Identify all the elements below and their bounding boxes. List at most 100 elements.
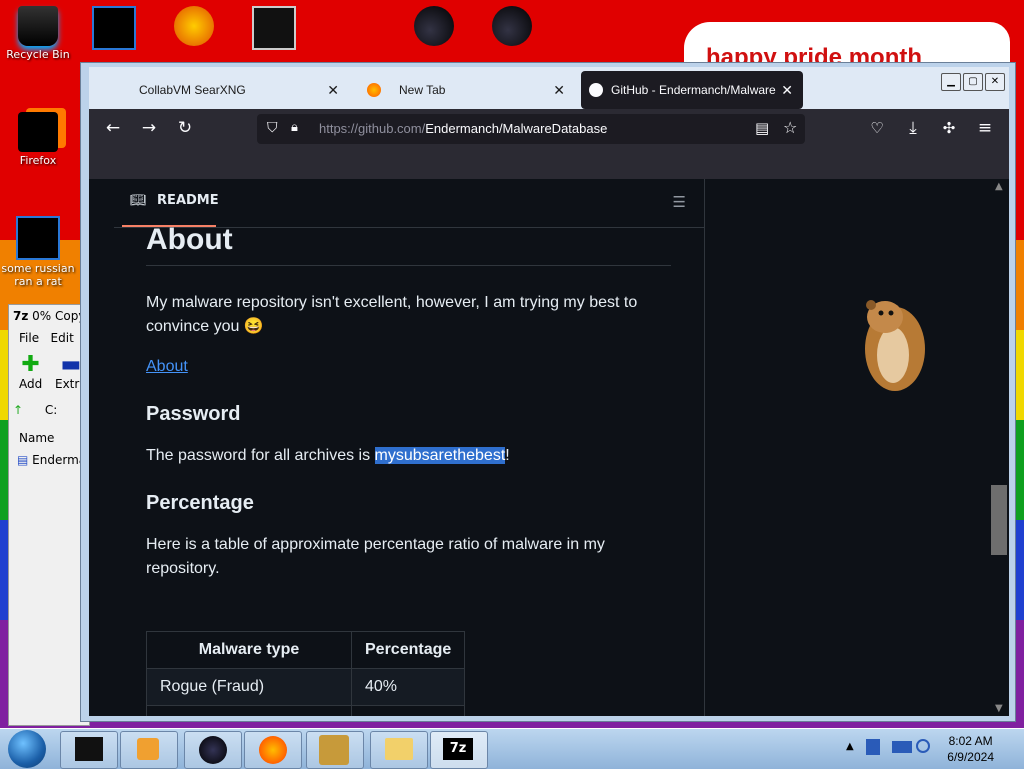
scrollbar-thumb[interactable] [991,485,1007,555]
pocket-icon[interactable]: ♡ [865,117,889,139]
up-folder-icon: ↑ [13,403,24,417]
outline-list-icon[interactable]: ☰ [673,193,686,211]
readme-header: 📖︎ README ☰ [114,179,704,228]
bomb-icon [414,6,454,46]
desktop-icon-recycle-bin[interactable]: Recycle Bin [0,6,76,61]
desktop-icon-app-1[interactable] [76,6,152,52]
network-icon[interactable] [892,741,912,753]
bookmark-star-icon[interactable]: ☆ [783,118,797,137]
page-content[interactable]: 📖︎ README ☰ About My malware repository … [89,179,1009,716]
reader-view-icon[interactable]: ▤ [755,119,769,137]
taskbar-app-1[interactable] [60,731,118,769]
close-tab-icon[interactable]: ✕ [553,71,565,109]
table-cell: 35% [350,705,466,716]
desktop-icon-firefox[interactable]: Firefox [0,112,76,167]
table-cell: Joke [146,705,352,716]
scrollbar[interactable]: ▲ ▼ [991,179,1009,716]
close-tab-icon[interactable]: ✕ [327,71,339,109]
tab-new-tab[interactable]: New Tab ✕ [349,71,575,109]
media-player-icon [137,738,159,760]
firefox-window[interactable]: CollabVM SearXNG ✕ New Tab ✕ GitHub - En… [80,62,1016,722]
tab-bar: CollabVM SearXNG ✕ New Tab ✕ GitHub - En… [89,67,1009,111]
taskbar-explorer[interactable] [370,731,428,769]
taskbar-firefox[interactable] [244,731,302,769]
firefox-icon [259,736,287,764]
about-link[interactable]: About [146,358,188,375]
sevenzip-logo-icon: 7z [13,309,29,323]
hamster-image [849,289,939,399]
bomb-icon [492,6,532,46]
malware-percentage-table: Malware type Percentage Rogue (Fraud) 40… [146,631,466,716]
7zip-icon: 7z [443,738,473,760]
tab-github[interactable]: GitHub - Endermanch/Malware ✕ [581,71,803,109]
volume-icon[interactable] [916,739,930,753]
sevenzip-window[interactable]: 7z 0% Copy File Edit ✚ Add ▬ Extra ↑ C: … [8,304,90,726]
maximize-button[interactable]: ▢ [963,73,983,91]
path-bar[interactable]: ↑ C: [13,403,57,417]
table-row: Rogue (Fraud) 40% [146,668,466,706]
forward-icon[interactable]: → [137,117,161,139]
reload-icon[interactable]: ↻ [173,117,197,139]
taskbar-7zip[interactable]: 7z [430,731,488,769]
taskbar: 7z ▲ 8:02 AM 6/9/2024 [0,728,1024,769]
table-header: Malware type [146,631,352,669]
menu-file[interactable]: File [19,331,39,345]
menu-edit[interactable]: Edit [51,331,74,345]
minimize-button[interactable]: ▁ [941,73,961,91]
clock-time: 8:02 AM [948,734,993,748]
plus-icon: ✚ [21,352,40,377]
recycle-bin-icon [18,6,58,46]
desktop-icon-app-2[interactable] [156,6,232,48]
desktop-icon-bomb-1[interactable] [396,6,472,48]
name-column-header[interactable]: Name [19,431,54,445]
start-button[interactable] [8,730,46,768]
taskbar-box[interactable] [306,731,364,769]
firefox-icon [18,112,58,152]
browser-icon [174,6,214,46]
desktop-icon-bomb-2[interactable] [474,6,550,48]
show-hidden-icons[interactable]: ▲ [846,741,854,752]
desktop-icon-russian-rat[interactable]: some russian ran a rat [0,216,76,288]
password-value[interactable]: mysubsarethebest [374,447,506,464]
firefox-icon [367,83,381,97]
intro-paragraph: My malware repository isn't excellent, h… [146,294,638,335]
back-icon[interactable]: ← [101,117,125,139]
percentage-paragraph: Here is a table of approximate percentag… [146,536,605,577]
readme-tab[interactable]: 📖︎ README [122,193,219,227]
folder-icon [385,738,413,760]
file-row[interactable]: ▤ Enderma [17,453,86,467]
desktop-icon-label: Recycle Bin [6,48,70,61]
shield-icon[interactable]: ⛉ [267,120,278,136]
extensions-icon[interactable]: ✣ [937,117,961,139]
file-icon: ▤ [17,453,29,467]
desktop-icon-label: some russian ran a rat [1,262,75,288]
github-icon [589,83,603,97]
downloads-icon[interactable]: ⤓ [901,117,925,139]
readme-pane: 📖︎ README ☰ About My malware repository … [89,179,705,716]
url-text[interactable]: https://github.com/Endermanch/MalwareDat… [319,121,607,136]
app-icon [75,737,103,761]
scroll-down-icon[interactable]: ▼ [995,703,1003,714]
menu-icon[interactable]: ≡ [973,117,997,139]
table-header-row: Malware type Percentage [146,631,466,669]
taskbar-globe[interactable] [184,731,242,769]
box-app-icon [319,735,349,765]
close-tab-icon[interactable]: ✕ [777,71,793,109]
close-button[interactable]: ✕ [985,73,1005,91]
system-clock[interactable]: 8:02 AM 6/9/2024 [947,733,994,765]
globe-icon [199,736,227,764]
password-heading: Password [146,403,241,425]
lock-icon[interactable]: 🔒︎ [291,120,298,135]
sevenzip-title: 7z 0% Copy [13,309,86,323]
add-button[interactable]: ✚ Add [19,352,42,392]
bookmarks-strip [89,147,1009,179]
taskbar-media-player[interactable] [120,731,178,769]
url-bar[interactable]: ⛉ 🔒︎ https://github.com/Endermanch/Malwa… [257,114,805,144]
tab-collabvm-searxng[interactable]: CollabVM SearXNG ✕ [89,71,349,109]
book-icon: 📖︎ [130,193,147,208]
desktop-icon-app-3[interactable] [236,6,312,52]
password-paragraph: The password for all archives is mysubsa… [146,447,510,464]
table-cell: 40% [350,668,466,706]
scroll-up-icon[interactable]: ▲ [995,181,1003,192]
tray-app-icon[interactable] [866,739,880,755]
